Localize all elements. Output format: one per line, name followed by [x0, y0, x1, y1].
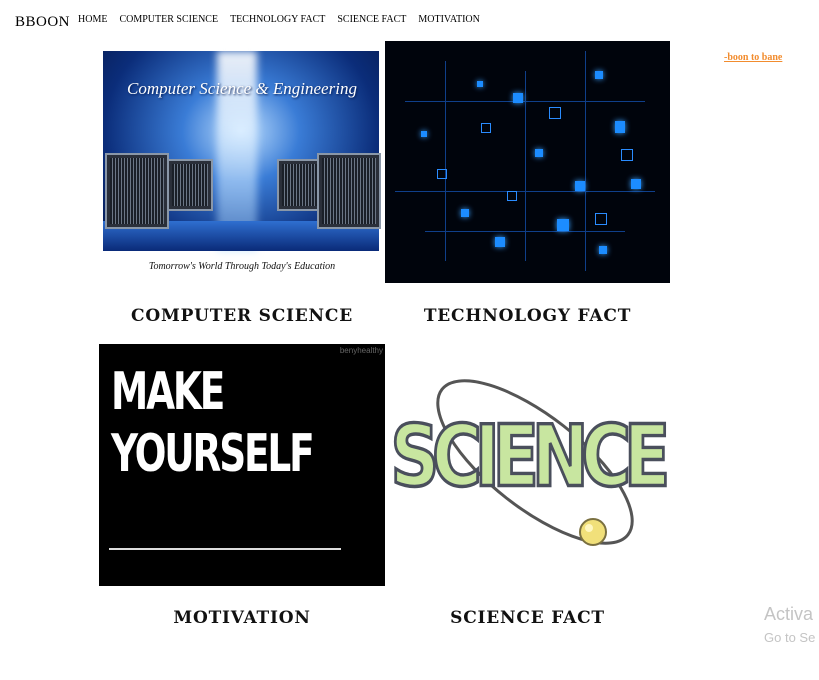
- caption-technology-fact[interactable]: TECHNOLOGY FACT: [385, 306, 670, 326]
- circuit-outline: [481, 123, 491, 133]
- nav-technology-fact[interactable]: TECHNOLOGY FACT: [230, 14, 325, 25]
- glowing-square: [595, 71, 603, 79]
- circuit-line: [585, 51, 586, 271]
- caption-computer-science[interactable]: COMPUTER SCIENCE: [99, 306, 385, 326]
- cs-image-tagline: Tomorrow's World Through Today's Educati…: [148, 261, 336, 272]
- main-nav: HOME COMPUTER SCIENCE TECHNOLOGY FACT SC…: [78, 14, 480, 25]
- circuit-outline: [437, 169, 447, 179]
- boon-to-bane-link[interactable]: -boon to bane: [724, 52, 782, 63]
- caption-science-fact[interactable]: SCIENCE FACT: [385, 608, 670, 628]
- glowing-square: [513, 93, 523, 103]
- motivation-underline: [109, 548, 341, 550]
- circuit-outline: [549, 107, 561, 119]
- circuit-line: [395, 191, 655, 192]
- circuit-outline: [507, 191, 517, 201]
- monitor-icon: [167, 159, 213, 211]
- glowing-square: [557, 219, 569, 231]
- computer-science-image[interactable]: Computer Science & Engineering Tomorrow'…: [99, 41, 385, 283]
- glowing-square: [477, 81, 483, 87]
- motivation-line-2: YOURSELF: [111, 424, 315, 484]
- circuit-line: [525, 71, 526, 261]
- glowing-square: [535, 149, 543, 157]
- glowing-square: [631, 179, 641, 189]
- activation-watermark-subtitle: Go to Se: [764, 630, 816, 645]
- cs-image-title: Computer Science & Engineering: [127, 79, 357, 98]
- glowing-square: [495, 237, 505, 247]
- circuit-line: [425, 231, 625, 232]
- glowing-square: [461, 209, 469, 217]
- monitor-icon: [105, 153, 169, 229]
- motivation-image-watermark: benyhealthy: [339, 346, 383, 355]
- activation-watermark-title: Activa: [764, 604, 814, 624]
- circuit-outline: [621, 149, 633, 161]
- nav-motivation[interactable]: MOTIVATION: [418, 14, 479, 25]
- motivation-image[interactable]: benyhealthy MAKE YOURSELF: [99, 344, 385, 586]
- science-fact-image[interactable]: SCIENCE: [385, 344, 670, 586]
- glowing-square: [599, 246, 607, 254]
- circuit-outline: [595, 213, 607, 225]
- science-image-word: SCIENCE: [390, 407, 665, 506]
- site-brand[interactable]: BBOON: [15, 14, 70, 31]
- glowing-square: [615, 121, 625, 133]
- motivation-line-1: MAKE: [111, 362, 225, 422]
- technology-fact-image[interactable]: [385, 41, 670, 283]
- nav-home[interactable]: HOME: [78, 14, 107, 25]
- monitor-icon: [317, 153, 381, 229]
- caption-motivation[interactable]: MOTIVATION: [99, 608, 385, 628]
- nav-computer-science[interactable]: COMPUTER SCIENCE: [119, 14, 218, 25]
- nav-science-fact[interactable]: SCIENCE FACT: [337, 14, 406, 25]
- glowing-square: [421, 131, 427, 137]
- glowing-square: [575, 181, 585, 191]
- atom-orbit-icon: SCIENCE: [389, 379, 670, 546]
